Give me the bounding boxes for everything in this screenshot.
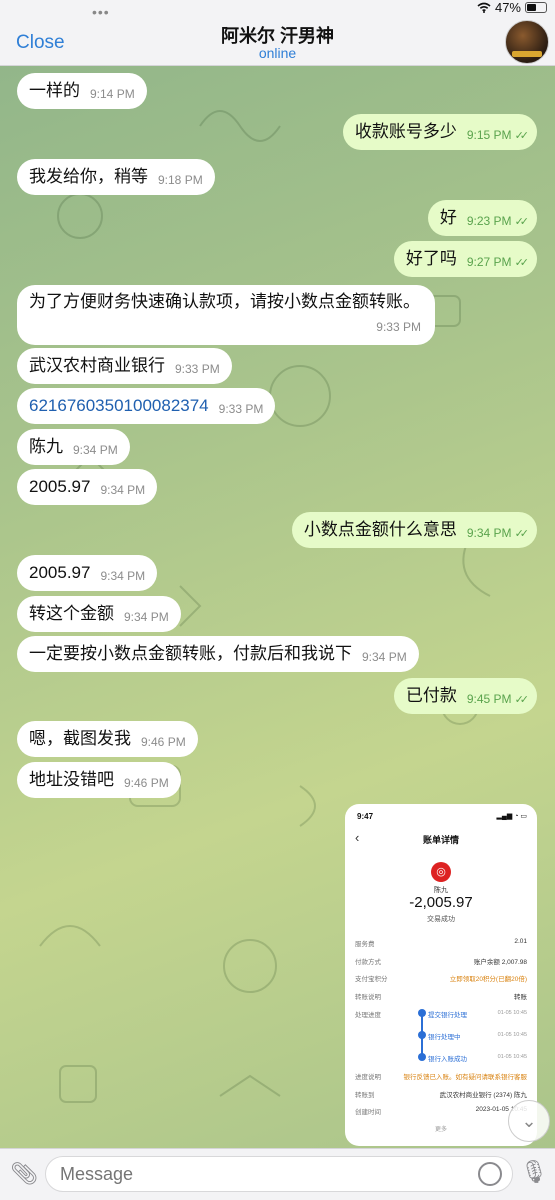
battery-icon [525, 1, 547, 13]
message-text: 好了吗 [405, 249, 457, 268]
status-bar-right: 47% [477, 0, 547, 15]
message-text: 一定要按小数点金额转账，付款后和我说下 [29, 644, 352, 663]
scroll-down-button[interactable]: ⌄ [508, 1100, 550, 1142]
message-time: 9:34 PM [100, 569, 146, 583]
message-text: 嗯，截图发我 [29, 729, 131, 748]
message-text: 武汉农村商业银行 [29, 356, 165, 375]
message-outgoing[interactable]: 收款账号多少 9:15 PM ✓✓ [342, 114, 537, 150]
chat-header: ••• 47% Close 阿米尔 汗男神 online [0, 0, 555, 66]
message-time: 9:27 PM [466, 255, 512, 269]
battery-percent: 47% [494, 0, 521, 15]
account-number-link[interactable]: 6216760350100082374 [29, 396, 209, 415]
progress-step-icon [418, 1009, 426, 1017]
message-text: 2005.97 [29, 477, 91, 496]
progress-step-time: 01-05 10:45 [497, 1032, 527, 1038]
message-time: 9:18 PM [158, 173, 203, 187]
read-checkmark-icon: ✓✓ [514, 528, 530, 540]
message-text: 2005.97 [29, 563, 91, 582]
message-time: 9:33 PM [218, 402, 264, 416]
message-incoming[interactable]: 6216760350100082374 9:33 PM [17, 388, 276, 424]
message-text: 地址没错吧 [29, 770, 114, 789]
online-status: online [258, 45, 297, 61]
message-incoming[interactable]: 地址没错吧 9:46 PM [17, 762, 181, 798]
receipt-screenshot-message[interactable]: 9:47 ▂▄▆ ◔ ▭ ‹ 账单详情 ◎ 陈九 -2,005.97 交易成功 … [345, 804, 537, 1146]
paperclip-icon[interactable]: 📎︎ [10, 1161, 38, 1187]
message-incoming[interactable]: 一定要按小数点金额转账，付款后和我说下 9:34 PM [17, 636, 419, 672]
progress-step-time: 01-05 10:45 [497, 1010, 527, 1016]
receipt-title: 账单详情 [422, 835, 459, 845]
message-text: 我发给你，稍等 [29, 167, 148, 186]
message-time: 9:34 PM [362, 650, 407, 664]
receipt-row: 进度说明 银行反馈已入账。如有疑问请联系银行客服 [355, 1074, 527, 1081]
message-time: 9:33 PM [175, 362, 220, 376]
message-time: 9:23 PM [466, 214, 512, 228]
message-time: 9:33 PM [376, 320, 421, 334]
microphone-icon[interactable]: 🎙︎ [520, 1159, 548, 1185]
receipt-row: 服务费 2.01 [355, 938, 527, 948]
message-incoming[interactable]: 转这个金额 9:34 PM [17, 596, 181, 632]
message-time: 9:46 PM [124, 776, 169, 790]
message-time: 9:34 PM [100, 483, 146, 497]
message-incoming[interactable]: 2005.97 9:34 PM [17, 469, 158, 505]
message-incoming[interactable]: 2005.97 9:34 PM [17, 555, 158, 591]
message-text: 为了方便财务快速确认款项，请按小数点金额转账。 [29, 292, 420, 311]
sticker-icon[interactable] [478, 1162, 502, 1186]
message-text: 收款账号多少 [354, 122, 457, 141]
message-outgoing[interactable]: 小数点金额什么意思 9:34 PM ✓✓ [291, 512, 537, 548]
progress-step-label: 提交银行处理 [428, 1012, 467, 1019]
receipt-row: 支付宝积分 立即领取20积分(已翻20倍) [355, 976, 527, 983]
message-time: 9:45 PM [466, 692, 512, 706]
receipt-row: 转账说明 转账 [355, 994, 527, 1001]
receipt-clock: 9:47 [357, 812, 374, 821]
progress-step-time: 01-05 10:45 [497, 1054, 527, 1060]
message-input-bar: 📎︎ 🎙︎ [0, 1148, 555, 1200]
message-text: 好 [439, 208, 457, 227]
read-checkmark-icon: ✓✓ [514, 130, 530, 142]
message-time: 9:46 PM [141, 735, 186, 749]
bank-logo-icon: ◎ [431, 862, 451, 882]
read-checkmark-icon: ✓✓ [514, 694, 530, 706]
message-outgoing[interactable]: 好 9:23 PM ✓✓ [427, 200, 537, 236]
message-time: 9:14 PM [90, 87, 135, 101]
receipt-result: 交易成功 [427, 916, 455, 923]
progress-step-label: 银行入账成功 [428, 1056, 467, 1063]
contact-avatar[interactable] [505, 20, 549, 64]
message-outgoing[interactable]: 已付款 9:45 PM ✓✓ [393, 678, 537, 714]
progress-step-label: 银行处理中 [428, 1034, 461, 1041]
receipt-row: 转账到 武汉农村商业银行 (2374) 陈九 [355, 1092, 527, 1099]
message-incoming[interactable]: 一样的 9:14 PM [17, 73, 147, 109]
message-text: 小数点金额什么意思 [303, 520, 457, 539]
message-time: 9:34 PM [466, 526, 512, 540]
chevron-down-icon: ⌄ [521, 1111, 537, 1131]
receipt-row: 创建时间 2023-01-05 10:45 [355, 1106, 527, 1116]
message-incoming[interactable]: 嗯，截图发我 9:46 PM [17, 721, 198, 757]
message-incoming[interactable]: 我发给你，稍等 9:18 PM [17, 159, 215, 195]
progress-step-icon [418, 1031, 426, 1039]
message-incoming[interactable]: 武汉农村商业银行 9:33 PM [17, 348, 232, 384]
message-input[interactable] [45, 1156, 513, 1192]
message-text: 陈九 [29, 437, 63, 456]
message-incoming[interactable]: 为了方便财务快速确认款项，请按小数点金额转账。 9:33 PM [17, 285, 435, 345]
message-incoming[interactable]: 陈九 9:34 PM [17, 429, 130, 465]
message-time: 9:34 PM [73, 443, 118, 457]
message-outgoing[interactable]: 好了吗 9:27 PM ✓✓ [393, 241, 537, 277]
message-text: 一样的 [29, 81, 80, 100]
message-time: 9:34 PM [124, 610, 169, 624]
receipt-row: 付款方式 账户余额 2,007.98 [355, 959, 527, 966]
wifi-icon [477, 2, 491, 13]
receipt-amount: -2,005.97 [409, 894, 473, 911]
receipt-status-icons: ▂▄▆ ◔ ▭ [496, 813, 527, 820]
read-checkmark-icon: ✓✓ [514, 257, 530, 269]
message-text: 转这个金额 [29, 604, 114, 623]
progress-step-icon [418, 1053, 426, 1061]
multitasking-dots[interactable]: ••• [92, 4, 110, 20]
read-checkmark-icon: ✓✓ [514, 216, 530, 228]
message-text: 已付款 [405, 686, 457, 705]
message-time: 9:15 PM [466, 128, 512, 142]
